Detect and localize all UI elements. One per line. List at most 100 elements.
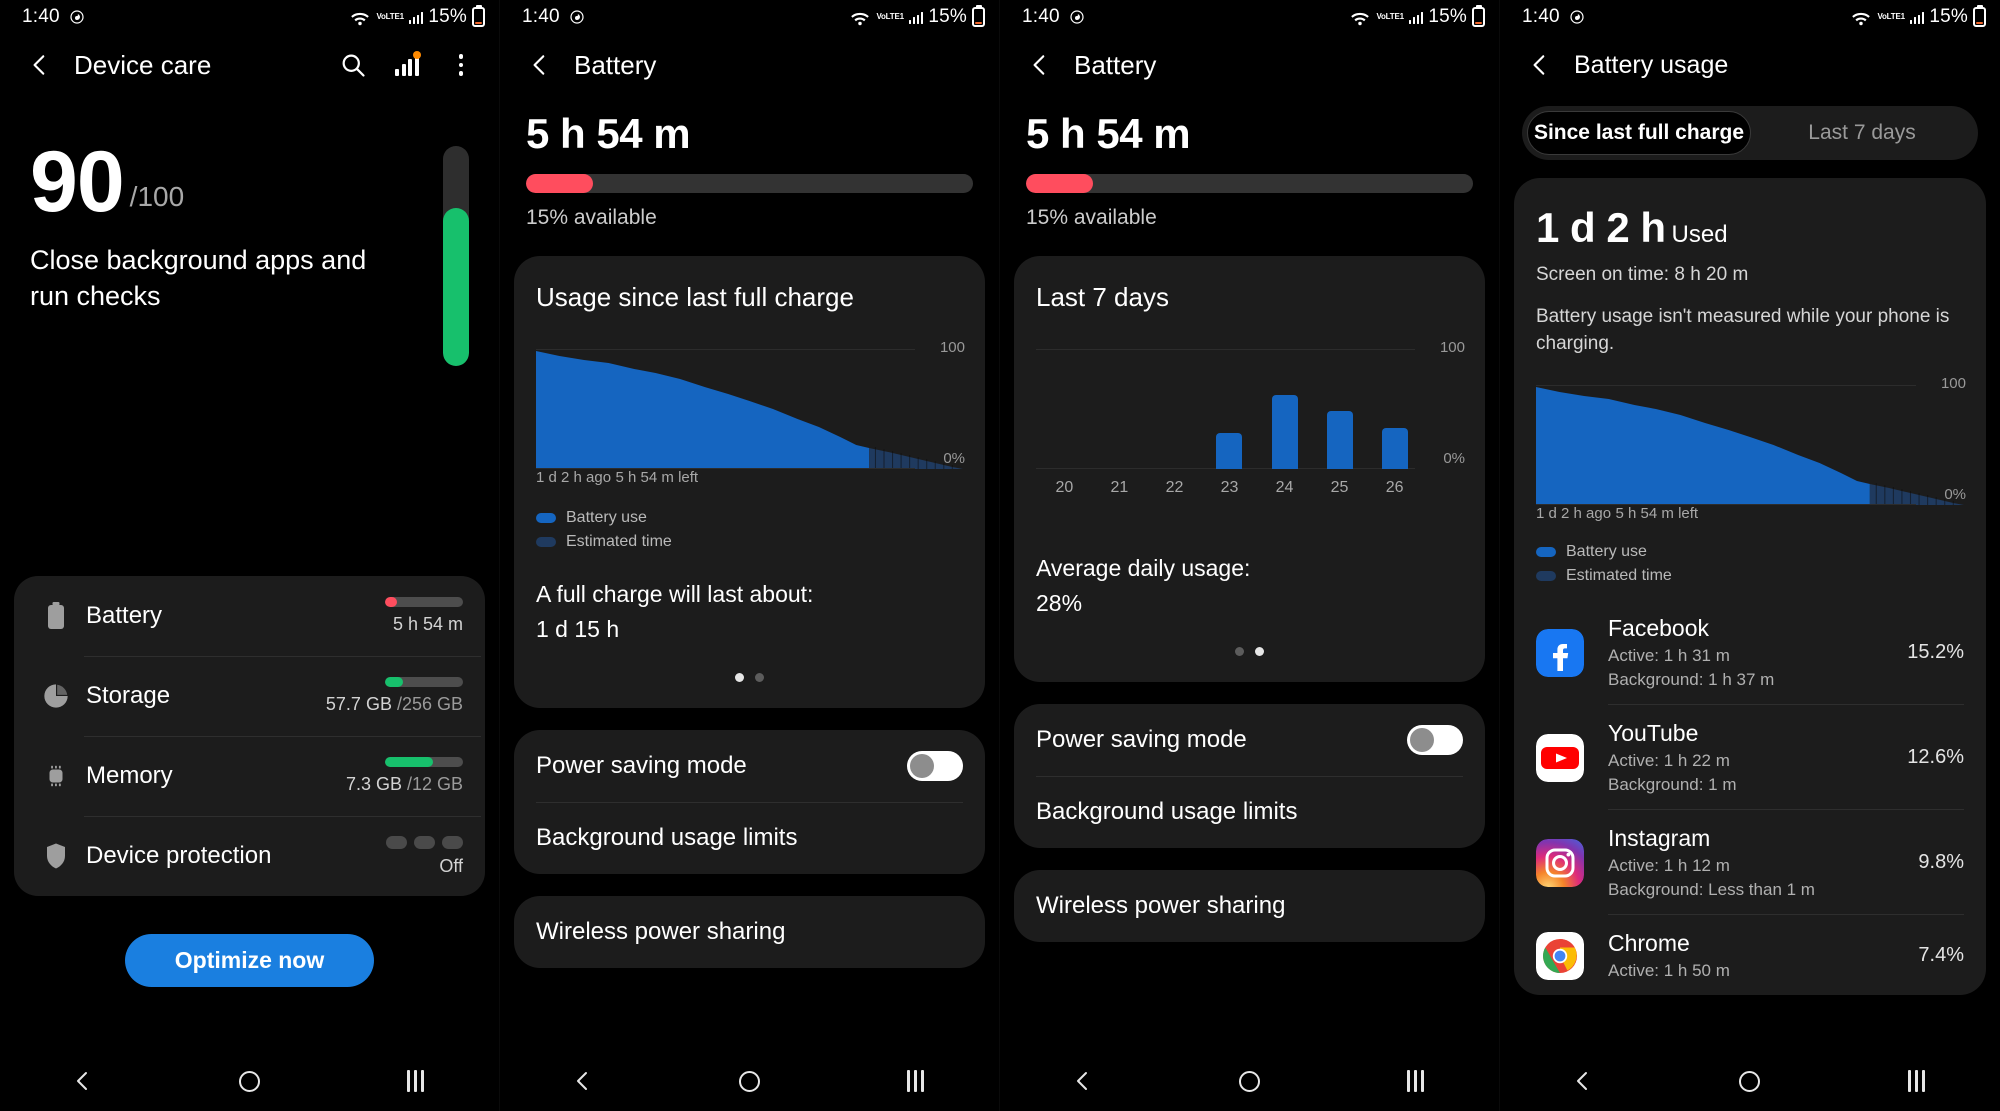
nav-back-button[interactable] (1063, 1061, 1103, 1101)
back-button[interactable] (1520, 45, 1560, 85)
battery-icon (472, 7, 485, 27)
nav-back-button[interactable] (63, 1061, 103, 1101)
tab-last-7-days[interactable]: Last 7 days (1751, 111, 1973, 155)
bar-label: 24 (1275, 479, 1294, 496)
navigation-bar (0, 1051, 499, 1111)
app-percent: 12.6% (1907, 746, 1964, 769)
care-item-value: Off (439, 855, 463, 876)
setting-background-usage-limits[interactable]: Background usage limits (1036, 776, 1463, 848)
card-pager[interactable] (1036, 625, 1463, 682)
bar-axis-labels: 20 21 22 23 24 25 26 (1044, 479, 1415, 497)
back-chevron-icon (1077, 1072, 1088, 1090)
search-button[interactable] (333, 45, 373, 85)
nav-home-button[interactable] (729, 1061, 769, 1101)
power-saving-toggle[interactable] (1407, 725, 1463, 755)
care-item-label: Battery (86, 602, 163, 629)
nav-home-button[interactable] (1730, 1061, 1770, 1101)
setting-wireless-power-sharing[interactable]: Wireless power sharing (536, 896, 963, 968)
battery-icon (972, 7, 985, 27)
nav-recents-button[interactable] (1396, 1061, 1436, 1101)
setting-background-usage-limits[interactable]: Background usage limits (536, 802, 963, 874)
care-item-device-protection[interactable]: Device protection Off (18, 816, 481, 896)
app-bar-device-care: Device care (0, 34, 499, 96)
panel-battery-last-7-days: 1:40 VoLTE1 15% Battery 5 h 54 m 15% ava… (1000, 0, 1500, 1111)
battery-area-chart: 100 0% 1 d 2 h ago 5 h 54 m left (536, 339, 965, 486)
status-bar-right: VoLTE1 15% (1850, 6, 1986, 28)
care-item-storage[interactable]: Storage 57.7 GB /256 GB (18, 656, 481, 736)
setting-power-saving-mode[interactable]: Power saving mode (536, 730, 963, 802)
stats-button[interactable] (387, 45, 427, 85)
care-item-memory[interactable]: Memory 7.3 GB /12 GB (18, 736, 481, 816)
care-value-used: 7.3 GB (345, 774, 402, 794)
care-item-label: Memory (86, 762, 173, 789)
wireless-power-sharing-card: Wireless power sharing (514, 896, 985, 968)
optimize-now-button[interactable]: Optimize now (124, 934, 375, 987)
shield-icon (36, 842, 76, 870)
bar-column (1099, 349, 1140, 469)
page-title: Device care (74, 49, 212, 80)
legend-color-battery-use (1536, 547, 1556, 558)
battery-icon (1472, 7, 1485, 27)
care-item-value: 5 h 54 m (392, 614, 463, 634)
nav-recents-button[interactable] (896, 1061, 936, 1101)
card-pager[interactable] (536, 651, 963, 708)
volte-indicator: VoLTE1 (1376, 12, 1404, 21)
nav-recents-button[interactable] (396, 1061, 436, 1101)
nav-recents-button[interactable] (1897, 1061, 1937, 1101)
wifi-icon (1351, 12, 1370, 25)
axis-label-right: 5 h 54 m left (615, 469, 699, 486)
score-gauge (443, 146, 469, 366)
used-summary: 1 d 2 h Used (1536, 204, 1964, 252)
app-row-chrome[interactable]: Chrome Active: 1 h 50 m 7.4% (1536, 914, 1964, 995)
more-options-button[interactable] (441, 45, 481, 85)
app-row-facebook[interactable]: Facebook Active: 1 h 31 m Background: 1 … (1536, 599, 1964, 704)
back-button[interactable] (520, 45, 560, 85)
average-usage-label: Average daily usage: (1036, 555, 1251, 581)
bar (1326, 411, 1353, 469)
nav-home-button[interactable] (1229, 1061, 1269, 1101)
app-row-youtube[interactable]: YouTube Active: 1 h 22 m Background: 1 m… (1536, 704, 1964, 809)
gridline-top (536, 349, 915, 350)
pager-dot-1[interactable] (1235, 647, 1244, 656)
chart-legend: Battery use Estimated time (1536, 543, 1964, 585)
setting-power-saving-mode[interactable]: Power saving mode (1036, 704, 1463, 776)
legend-item: Estimated time (536, 533, 963, 551)
app-info: YouTube Active: 1 h 22 m Background: 1 m (1584, 720, 1897, 795)
last-7-days-card: Last 7 days 20 21 22 23 24 25 26 100 0% Averag… (1014, 256, 1485, 682)
youtube-icon (1536, 733, 1584, 782)
signal-bars-icon (908, 11, 924, 24)
back-button[interactable] (1020, 45, 1060, 85)
alarm-icon (1070, 10, 1084, 24)
app-name: Instagram (1608, 825, 1711, 852)
alarm-icon (70, 10, 84, 24)
nav-home-button[interactable] (229, 1061, 269, 1101)
tab-since-last-full-charge[interactable]: Since last full charge (1527, 111, 1751, 155)
average-usage-value: 28% (1036, 590, 1083, 616)
bar-label: 21 (1110, 479, 1129, 496)
app-background-time: Background: Less than 1 m (1608, 880, 1815, 900)
app-row-instagram[interactable]: Instagram Active: 1 h 12 m Background: L… (1536, 809, 1964, 914)
nav-back-button[interactable] (1563, 1061, 1603, 1101)
setting-wireless-power-sharing[interactable]: Wireless power sharing (1036, 870, 1463, 942)
legend-label: Battery use (1566, 543, 1647, 561)
app-bar-battery: Battery (1000, 34, 1499, 96)
recents-icon (1407, 1070, 1425, 1092)
care-item-battery[interactable]: Battery 5 h 54 m (18, 576, 481, 656)
stats-icon (395, 51, 421, 76)
navigation-bar (1000, 1051, 1499, 1111)
back-button[interactable] (20, 45, 60, 85)
nav-back-button[interactable] (563, 1061, 603, 1101)
care-item-value: 7.3 GB /12 GB (346, 774, 463, 795)
battery-icon (36, 601, 76, 631)
power-saving-toggle[interactable] (907, 751, 963, 781)
care-item-status: 7.3 GB /12 GB (346, 757, 463, 795)
pager-dot-1[interactable] (735, 673, 744, 682)
pager-dot-2[interactable] (1255, 647, 1264, 656)
status-battery-percent: 15% (928, 6, 967, 27)
wifi-icon (1852, 12, 1871, 25)
app-percent: 15.2% (1907, 641, 1964, 664)
pager-dot-2[interactable] (755, 673, 764, 682)
bars-container (1044, 349, 1415, 469)
chart-footer: A full charge will last about: 1 d 15 h (536, 581, 963, 651)
back-chevron-icon (1533, 55, 1545, 75)
